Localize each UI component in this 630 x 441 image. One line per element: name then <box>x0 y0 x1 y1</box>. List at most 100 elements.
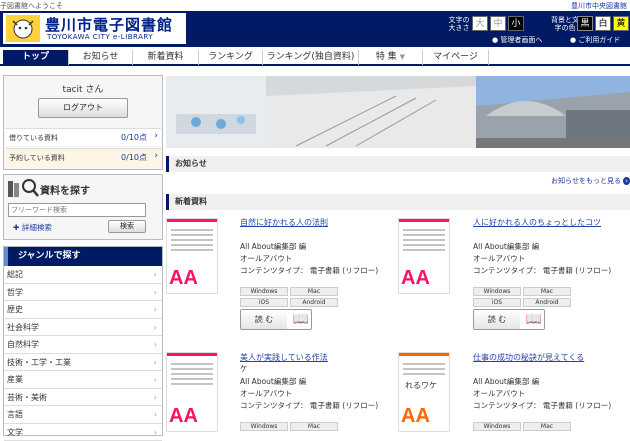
genre-item[interactable]: 総記 <box>4 266 162 284</box>
genre-item[interactable]: 歴史 <box>4 301 162 319</box>
book-cover-logo: AA <box>169 267 198 290</box>
genre-item[interactable]: 文学 <box>4 424 162 441</box>
read-button[interactable]: 読 む 📖 <box>473 309 545 330</box>
logo-title: 豊川市電子図書館 <box>45 14 173 35</box>
arrow-right-icon: › <box>623 177 630 185</box>
tab-ranking-own[interactable]: ランキング(独自資料) <box>263 50 359 65</box>
book-cover[interactable]: れるワケ AA <box>398 352 450 432</box>
plus-icon: ✚ <box>13 223 22 232</box>
open-book-icon: 📖 <box>526 312 542 327</box>
tab-mypage[interactable]: マイページ <box>423 50 489 65</box>
books-search-icon <box>7 178 41 198</box>
help-link[interactable]: ● ご利用ガイド <box>570 35 620 45</box>
color-yellow-button[interactable]: 黄 <box>613 16 629 31</box>
genre-item[interactable]: 技術・工学・工業 <box>4 354 162 372</box>
book-cover[interactable]: AA <box>166 352 218 432</box>
library-banner-image <box>166 76 630 148</box>
logo-subtitle: TOYOKAWA CITY e-LIBRARY <box>47 33 153 41</box>
book-title-extra: ケ <box>240 363 248 374</box>
color-white-button[interactable]: 白 <box>595 16 611 31</box>
book-author: All About編集部 編 <box>240 241 306 252</box>
genre-item[interactable]: 言語 <box>4 406 162 424</box>
open-book-icon: 📖 <box>293 312 309 327</box>
new-items-heading: 新着資料 <box>166 194 630 210</box>
tab-feature-label: 特 集 <box>376 52 397 62</box>
site-logo[interactable]: 豊川市電子図書館 TOYOKAWA CITY e-LIBRARY <box>3 13 186 44</box>
search-button[interactable]: 検索 <box>108 220 146 233</box>
genre-item[interactable]: 自然科学 <box>4 336 162 354</box>
platform-tag: Windows <box>240 287 288 296</box>
search-panel: 資料を探す ✚ 詳細検索 検索 <box>3 174 163 240</box>
book-content-type: コンテンツタイプ： 電子書籍 (リフロー) <box>473 265 611 276</box>
platform-tag: Windows <box>473 287 521 296</box>
genre-item[interactable]: 哲学 <box>4 284 162 302</box>
welcome-text: 子図書館へようこそ <box>0 1 63 11</box>
reserved-label: 予約している資料 <box>9 153 65 163</box>
platform-tag: Mac <box>523 287 571 296</box>
search-title: 資料を探す <box>40 182 90 197</box>
read-button-label: 読 む <box>474 310 520 329</box>
font-medium-button[interactable]: 中 <box>490 16 506 31</box>
tab-top[interactable]: トップ <box>3 50 69 65</box>
platform-tag: Android <box>290 298 338 307</box>
color-label: 背景と文字の色 <box>550 16 580 32</box>
book-publisher: オールアバウト <box>240 253 292 264</box>
genre-item[interactable]: 芸術・美術 <box>4 389 162 407</box>
chevron-right-icon: › <box>154 131 158 141</box>
book-cover-logo: AA <box>401 405 430 428</box>
tab-news[interactable]: お知らせ <box>69 50 133 65</box>
font-large-button[interactable]: 大 <box>472 16 488 31</box>
book-title[interactable]: 仕事の成功の秘訣が見えてくる <box>473 352 584 363</box>
book-title[interactable]: 美人が実践している作法 <box>240 352 328 363</box>
book-author: All About編集部 編 <box>473 241 539 252</box>
more-news-label: お知らせをもっと見る <box>551 177 621 185</box>
chevron-down-icon: ▼ <box>400 53 405 61</box>
tab-new-items[interactable]: 新着資料 <box>133 50 199 65</box>
book-title[interactable]: 人に好かれる人のちょっとしたコツ <box>473 217 601 228</box>
user-panel: tacit さん ログアウト 借りている資料 0/10点 › 予約している資料 … <box>3 75 163 170</box>
genre-item[interactable]: 産業 <box>4 371 162 389</box>
more-news-link[interactable]: お知らせをもっと見る › <box>551 176 630 186</box>
font-size-label: 文字の大きさ <box>447 16 471 32</box>
advanced-search-label: 詳細検索 <box>22 223 52 232</box>
logout-button[interactable]: ログアウト <box>38 98 128 118</box>
user-name: tacit さん <box>4 82 162 95</box>
advanced-search-link[interactable]: ✚ 詳細検索 <box>13 222 52 233</box>
chevron-right-icon: › <box>154 151 158 161</box>
platform-tag: Mac <box>290 287 338 296</box>
color-black-button[interactable]: 黒 <box>577 16 593 31</box>
help-link-label: ご利用ガイド <box>578 36 620 44</box>
genre-item[interactable]: 社会科学 <box>4 319 162 337</box>
book-cover-logo: AA <box>169 405 198 428</box>
admin-link[interactable]: ● 管理者画面へ <box>492 35 542 45</box>
book-cover[interactable]: AA <box>166 218 218 294</box>
tab-feature[interactable]: 特 集 ▼ <box>359 50 423 65</box>
site-header: 豊川市電子図書館 TOYOKAWA CITY e-LIBRARY 文字の大きさ … <box>0 11 630 47</box>
central-library-link[interactable]: 豊川市中央図書館 <box>571 1 627 11</box>
tab-ranking[interactable]: ランキング <box>199 50 263 65</box>
mascot-icon <box>6 15 40 42</box>
book-cover[interactable]: AA <box>398 218 450 294</box>
book-title[interactable]: 自然に好かれる人の法則 <box>240 217 328 228</box>
main-nav: トップ お知らせ 新着資料 ランキング ランキング(独自資料) 特 集 ▼ マイ… <box>0 49 630 66</box>
book-cover-logo: AA <box>401 267 430 290</box>
top-bar: 子図書館へようこそ 豊川市中央図書館 <box>0 0 630 11</box>
book-content-type: コンテンツタイプ： 電子書籍 (リフロー) <box>473 400 611 411</box>
admin-link-label: 管理者画面へ <box>500 36 542 44</box>
borrowing-label: 借りている資料 <box>9 133 58 143</box>
platform-tag: iOS <box>473 298 521 307</box>
reserved-value: 0/10点 <box>121 152 147 163</box>
book-cover-subtitle: れるワケ <box>405 380 437 391</box>
borrowing-row[interactable]: 借りている資料 0/10点 › <box>5 128 161 146</box>
book-publisher: オールアバウト <box>473 388 525 399</box>
font-small-button[interactable]: 小 <box>508 16 524 31</box>
search-input[interactable] <box>8 203 146 217</box>
book-publisher: オールアバウト <box>473 253 525 264</box>
genre-panel: ジャンルで探す 総記 哲学 歴史 社会科学 自然科学 技術・工学・工業 産業 芸… <box>3 246 163 436</box>
borrowing-value: 0/10点 <box>121 132 147 143</box>
reserved-row[interactable]: 予約している資料 0/10点 › <box>5 148 161 166</box>
read-button[interactable]: 読 む 📖 <box>240 309 312 330</box>
book-content-type: コンテンツタイプ： 電子書籍 (リフロー) <box>240 265 378 276</box>
book-content-type: コンテンツタイプ： 電子書籍 (リフロー) <box>240 400 378 411</box>
book-author: All About編集部 編 <box>240 376 306 387</box>
